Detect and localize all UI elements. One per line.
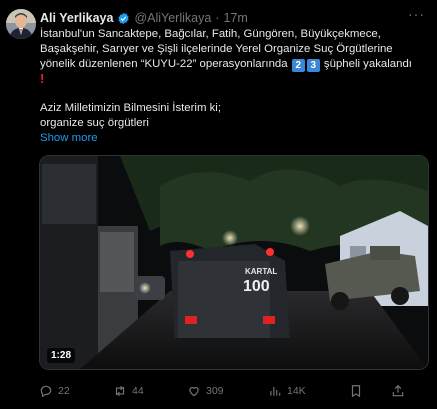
tweet-line-5: organize suç örgütleri: [40, 117, 149, 130]
tweet-line-3-start: yönelik düzenlenen “KUYU-22” operasyonla…: [40, 57, 288, 70]
tweet-line-1: İstanbul'un Sancaktepe, Bağcılar, Fatih,…: [40, 28, 381, 40]
tweet-timestamp[interactable]: 17m: [223, 11, 247, 25]
vehicle-label-text: KARTAL: [245, 267, 277, 276]
author-name[interactable]: Ali Yerlikaya: [40, 11, 113, 25]
verified-badge-icon: [118, 12, 130, 24]
tweet-header: Ali Yerlikaya @AliYerlikaya · 17m: [40, 9, 248, 27]
like-count: 309: [206, 385, 224, 397]
tweet-line-2: Başakşehir, Sarıyer ve Şişli ilçelerinde…: [40, 42, 393, 55]
keycap-digit-2-icon: 2: [291, 58, 305, 72]
reply-count: 22: [58, 385, 70, 397]
like-button[interactable]: 309: [187, 384, 224, 398]
header-separator: ·: [215, 11, 220, 25]
tweet-line-3: yönelik düzenlenen “KUYU-22” operasyonla…: [40, 57, 432, 72]
tweet-text: İstanbul'un Sancaktepe, Bağcılar, Fatih,…: [40, 27, 432, 146]
keycap-digit-3-icon: 3: [306, 58, 320, 72]
views-button[interactable]: 14K: [268, 384, 306, 398]
tweet-line-3-end: şüpheli yakalandı: [323, 57, 412, 70]
exclamation-icon: !: [40, 70, 45, 86]
tweet-line-4: Aziz Milletimizin Bilmesini İsterim ki;: [40, 102, 222, 115]
repost-button[interactable]: 44: [113, 384, 144, 398]
tweet-actions: 22 44 309 14K: [39, 382, 431, 400]
bookmark-icon: [351, 385, 361, 398]
repost-count: 44: [132, 385, 144, 397]
avatar-photo: [6, 9, 36, 39]
video-player[interactable]: KARTAL 100 1:28: [39, 155, 429, 370]
repost-icon: [115, 385, 125, 397]
avatar[interactable]: [6, 9, 36, 39]
video-thumbnail: KARTAL 100: [40, 156, 428, 369]
views-chart-icon: [270, 386, 281, 396]
more-options-icon[interactable]: ···: [408, 6, 425, 22]
author-handle[interactable]: @AliYerlikaya: [134, 11, 211, 25]
reply-button[interactable]: 22: [39, 384, 70, 398]
share-button[interactable]: [391, 384, 405, 398]
vehicle-number-text: 100: [243, 278, 270, 295]
show-more-link[interactable]: Show more: [40, 131, 432, 146]
share-icon: [392, 384, 404, 397]
views-count: 14K: [287, 385, 306, 397]
heart-icon: [189, 387, 199, 397]
reply-icon: [40, 385, 52, 398]
video-duration: 1:28: [47, 348, 76, 363]
bookmark-button[interactable]: [349, 384, 363, 398]
